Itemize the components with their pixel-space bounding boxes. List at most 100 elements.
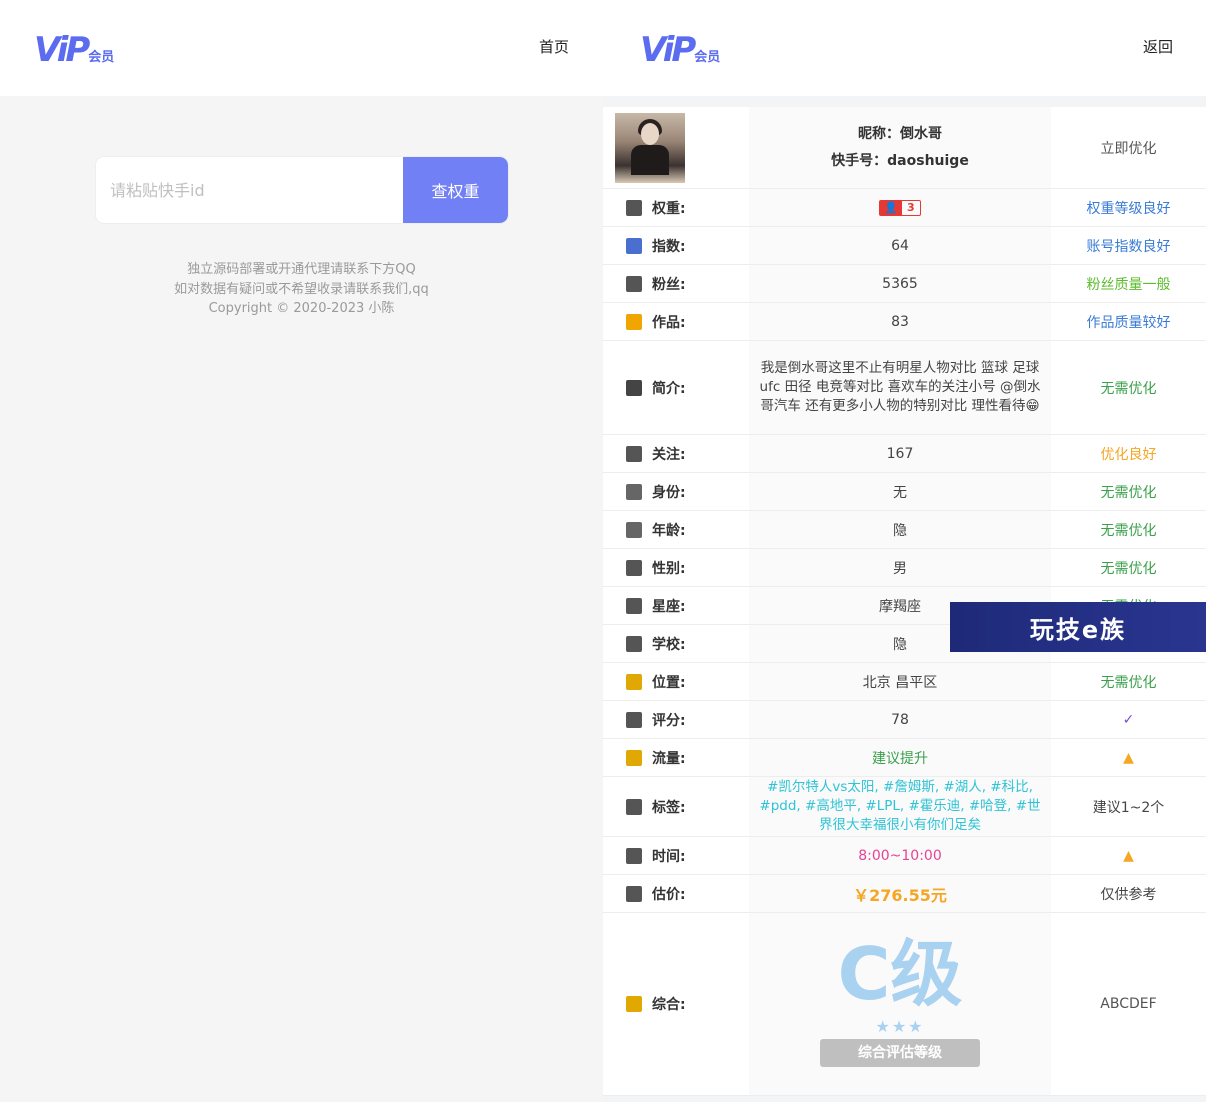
row-value: ￥276.55元 bbox=[749, 875, 1051, 912]
row-label: 位置: bbox=[603, 663, 749, 700]
overall-grade-cell: C级 ★★★ 综合评估等级 bbox=[749, 913, 1051, 1095]
row-value-text: 隐 bbox=[893, 636, 907, 653]
row-note: 优化良好 bbox=[1100, 446, 1157, 463]
footer-line-2: 如对数据有疑问或不希望收录请联系我们,qq bbox=[174, 281, 429, 297]
row-label: 身份: bbox=[603, 473, 749, 510]
result-row: 指数: 64 账号指数良好 bbox=[603, 227, 1206, 265]
row-icon bbox=[626, 483, 642, 500]
right-header: ViP会员 返回 bbox=[603, 0, 1206, 96]
row-label: 星座: bbox=[603, 587, 749, 624]
row-value-text: 167 bbox=[886, 445, 914, 462]
row-icon bbox=[626, 635, 642, 652]
overall-row: 综合: C级 ★★★ 综合评估等级 ABCDEF bbox=[603, 913, 1206, 1096]
row-note: 无需优化 bbox=[1100, 674, 1157, 691]
row-value: 男 bbox=[749, 549, 1051, 586]
result-row: 性别: 男 无需优化 bbox=[603, 549, 1206, 587]
row-label-text: 评分: bbox=[652, 712, 686, 729]
row-value-text: #凯尔特人vs太阳, #詹姆斯, #湖人, #科比, #pdd, #高地平, #… bbox=[759, 779, 1041, 833]
avatar bbox=[615, 112, 685, 183]
row-value-text: 8:00~10:00 bbox=[858, 847, 942, 864]
row-label-text: 身份: bbox=[652, 484, 686, 501]
logo-subtext: 会员 bbox=[88, 50, 115, 65]
row-label: 流量: bbox=[603, 739, 749, 776]
row-label: 指数: bbox=[603, 227, 749, 264]
row-label: 性别: bbox=[603, 549, 749, 586]
row-icon bbox=[626, 847, 642, 864]
right-panel: ViP会员 返回 昵称：倒水哥 快手号：daoshuige 立即优化 权重: 👤… bbox=[603, 0, 1206, 1102]
row-icon bbox=[626, 445, 642, 462]
row-value: 隐 bbox=[749, 511, 1051, 548]
row-value-text: 我是倒水哥这里不止有明星人物对比 篮球 足球 ufc 田径 电竞等对比 喜欢车的… bbox=[759, 360, 1041, 414]
copyright: Copyright © 2020-2023 小陈 bbox=[208, 301, 395, 316]
row-label-text: 年龄: bbox=[652, 522, 686, 539]
search-input[interactable] bbox=[96, 157, 403, 223]
row-note: 账号指数良好 bbox=[1086, 238, 1171, 255]
result-row: 评分: 78 ✓ bbox=[603, 701, 1206, 739]
row-note: ✓ bbox=[1122, 711, 1135, 728]
row-value: 78 bbox=[749, 701, 1051, 738]
row-value: 👤 3 bbox=[749, 189, 1051, 226]
vip-logo[interactable]: ViP会员 bbox=[640, 30, 720, 70]
logo-text: ViP bbox=[640, 30, 696, 70]
row-icon bbox=[626, 885, 642, 902]
profile-row: 昵称：倒水哥 快手号：daoshuige 立即优化 bbox=[603, 107, 1206, 189]
row-icon bbox=[626, 199, 642, 216]
row-value: 我是倒水哥这里不止有明星人物对比 篮球 足球 ufc 田径 电竞等对比 喜欢车的… bbox=[749, 341, 1051, 434]
row-label-text: 流量: bbox=[652, 750, 686, 767]
vip-logo[interactable]: ViP会员 bbox=[34, 30, 114, 70]
grade-ribbon: 综合评估等级 bbox=[820, 1039, 980, 1067]
row-note: 无需优化 bbox=[1100, 522, 1157, 539]
avatar-cell bbox=[603, 107, 749, 188]
row-label: 年龄: bbox=[603, 511, 749, 548]
grade-stars: ★★★ bbox=[875, 1017, 925, 1036]
row-value-text: 78 bbox=[891, 711, 909, 728]
row-label-text: 简介: bbox=[652, 380, 686, 397]
weight-badge: 👤 3 bbox=[879, 199, 921, 216]
row-label: 综合: bbox=[603, 913, 749, 1095]
row-value: 167 bbox=[749, 435, 1051, 472]
row-label-text: 性别: bbox=[652, 560, 686, 577]
result-row: 身份: 无 无需优化 bbox=[603, 473, 1206, 511]
grade-letter: C级 bbox=[837, 932, 963, 1016]
weight-level: 3 bbox=[907, 201, 915, 214]
left-header: ViP会员 首页 bbox=[0, 0, 603, 96]
result-row: 估价: ￥276.55元 仅供参考 bbox=[603, 875, 1206, 913]
row-value-text: 摩羯座 bbox=[879, 598, 921, 615]
row-icon bbox=[626, 237, 642, 254]
result-row: 作品: 83 作品质量较好 bbox=[603, 303, 1206, 341]
row-value-text: 隐 bbox=[893, 522, 907, 539]
row-note: 建议1~2个 bbox=[1092, 799, 1165, 816]
account-id: 快手号：daoshuige bbox=[831, 152, 969, 169]
row-label: 作品: bbox=[603, 303, 749, 340]
row-value: 无 bbox=[749, 473, 1051, 510]
row-note: 权重等级良好 bbox=[1086, 200, 1171, 217]
footer: 独立源码部署或开通代理请联系下方QQ 如对数据有疑问或不希望收录请联系我们,qq… bbox=[0, 260, 603, 319]
row-label: 评分: bbox=[603, 701, 749, 738]
row-label-text: 位置: bbox=[652, 674, 686, 691]
row-value-text: 64 bbox=[891, 237, 909, 254]
row-label: 简介: bbox=[603, 341, 749, 434]
result-row: 位置: 北京 昌平区 无需优化 bbox=[603, 663, 1206, 701]
nickname: 昵称：倒水哥 bbox=[857, 125, 942, 142]
home-link[interactable]: 首页 bbox=[539, 36, 569, 57]
row-label-text: 时间: bbox=[652, 848, 686, 865]
grade-badge: C级 ★★★ 综合评估等级 bbox=[820, 929, 980, 1079]
row-value-text: 83 bbox=[891, 313, 909, 330]
row-value-text: 男 bbox=[893, 560, 907, 577]
user-icon: 👤 bbox=[880, 200, 903, 215]
optimize-now-button[interactable]: 立即优化 bbox=[1051, 107, 1206, 188]
row-icon bbox=[626, 597, 642, 614]
result-row: 年龄: 隐 无需优化 bbox=[603, 511, 1206, 549]
back-link[interactable]: 返回 bbox=[1143, 36, 1173, 57]
row-icon bbox=[626, 275, 642, 292]
row-label-text: 关注: bbox=[652, 446, 686, 463]
row-icon bbox=[626, 798, 642, 815]
row-note: ▲ bbox=[1123, 847, 1134, 864]
result-row: 权重: 👤 3 权重等级良好 bbox=[603, 189, 1206, 227]
row-value: 64 bbox=[749, 227, 1051, 264]
check-weight-button[interactable]: 查权重 bbox=[403, 157, 508, 223]
result-row: 粉丝: 5365 粉丝质量一般 bbox=[603, 265, 1206, 303]
row-value: 83 bbox=[749, 303, 1051, 340]
result-row: 关注: 167 优化良好 bbox=[603, 435, 1206, 473]
row-value-text: ￥276.55元 bbox=[853, 885, 947, 905]
